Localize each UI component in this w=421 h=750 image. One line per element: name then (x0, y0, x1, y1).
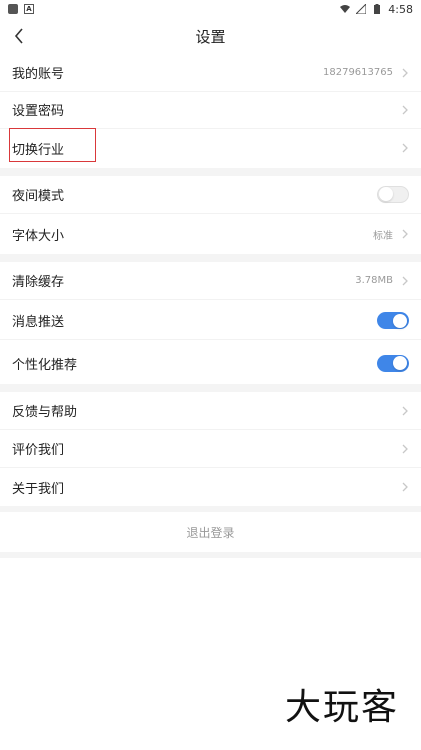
row-switch-industry[interactable]: 切换行业 (0, 129, 421, 167)
row-clear-cache[interactable]: 清除缓存 3.78MB (0, 262, 421, 300)
a-notification-icon: A (24, 4, 34, 14)
row-label: 关于我们 (12, 481, 65, 497)
font-size-value: 标准 (373, 230, 393, 242)
header: 设置 (0, 18, 421, 54)
row-label: 夜间模式 (12, 189, 65, 204)
chevron-right-icon (402, 143, 408, 153)
wifi-icon (340, 5, 351, 13)
recommend-toggle[interactable] (377, 354, 409, 372)
chevron-right-icon (402, 105, 408, 114)
row-about-us[interactable]: 关于我们 (0, 468, 421, 506)
chevron-right-icon (402, 229, 408, 239)
row-label: 我的账号 (12, 67, 65, 82)
row-right: 3.78MB (355, 275, 409, 287)
group-separator (0, 384, 421, 392)
row-label: 个性化推荐 (12, 357, 78, 373)
logout-button[interactable]: 退出登录 (0, 512, 421, 552)
toggle-knob (379, 187, 393, 201)
row-label: 清除缓存 (12, 275, 65, 290)
night-mode-toggle[interactable] (377, 186, 409, 203)
row-label: 反馈与帮助 (12, 405, 78, 420)
account-value: 18279613765 (323, 67, 393, 78)
group-separator (0, 168, 421, 176)
row-night-mode[interactable]: 夜间模式 (0, 176, 421, 214)
row-label: 切换行业 (12, 142, 65, 158)
group-separator (0, 254, 421, 262)
row-set-password[interactable]: 设置密码 (0, 91, 421, 129)
status-left: A (8, 4, 34, 14)
toggle-knob (393, 356, 407, 370)
row-right: 标准 (373, 227, 409, 242)
row-right (401, 104, 409, 116)
row-label: 消息推送 (12, 315, 65, 330)
watermark: 大玩客 (284, 687, 399, 728)
row-personalized-recommend[interactable]: 个性化推荐 (0, 344, 421, 382)
row-feedback-help[interactable]: 反馈与帮助 (0, 392, 421, 430)
chevron-right-icon (402, 276, 408, 285)
cache-value: 3.78MB (355, 275, 393, 286)
page-title: 设置 (195, 27, 226, 46)
chevron-right-icon (402, 406, 408, 415)
chevron-right-icon (402, 444, 408, 453)
row-message-push[interactable]: 消息推送 (0, 302, 421, 340)
back-button[interactable] (6, 22, 32, 50)
row-rate-us[interactable]: 评价我们 (0, 430, 421, 468)
chevron-right-icon (402, 68, 408, 77)
row-right: 18279613765 (323, 67, 409, 79)
status-time: 4:58 (388, 2, 413, 16)
row-label: 评价我们 (12, 443, 65, 458)
row-label: 设置密码 (12, 104, 65, 119)
toggle-knob (393, 313, 407, 328)
status-bar: A 4:58 (0, 0, 421, 18)
battery-icon (374, 4, 381, 14)
chevron-right-icon (402, 482, 408, 492)
row-label: 字体大小 (12, 228, 65, 244)
status-right: 4:58 (340, 3, 413, 16)
chevron-left-icon (14, 28, 23, 44)
row-font-size[interactable]: 字体大小 标准 (0, 215, 421, 253)
signal-icon (356, 4, 367, 14)
notification-icon (8, 4, 18, 14)
group-separator (0, 552, 421, 558)
row-right (401, 142, 409, 154)
message-push-toggle[interactable] (377, 312, 409, 329)
row-my-account[interactable]: 我的账号 18279613765 (0, 54, 421, 92)
